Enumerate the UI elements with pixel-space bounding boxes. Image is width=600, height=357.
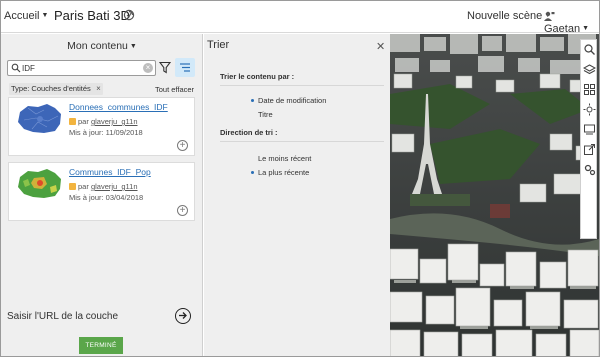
close-icon[interactable]: ✕	[376, 40, 385, 53]
selected-dot	[251, 99, 254, 102]
item-thumbnail	[14, 102, 66, 136]
divider	[220, 85, 384, 86]
sort-panel-title: Trier	[207, 39, 230, 51]
sort-panel: Trier ✕ Trier le contenu par : Date de m…	[204, 34, 390, 356]
direction-option-label: Le moins récent	[258, 154, 312, 163]
search-input[interactable]	[22, 62, 142, 75]
search-icon	[11, 63, 21, 73]
home-menu[interactable]: Accueil ▼	[4, 10, 48, 22]
item-title[interactable]: Communes_IDF_Pop	[69, 167, 151, 177]
home-label: Accueil	[4, 10, 40, 22]
arrow-right-icon[interactable]	[175, 308, 191, 324]
selected-dot	[251, 171, 254, 174]
owner-link[interactable]: glaverju_g11n	[91, 117, 138, 126]
layers-icon[interactable]	[583, 63, 596, 76]
sort-icon	[180, 63, 190, 72]
item-owner: par glaverju_g11n	[69, 117, 138, 126]
layer-url-row[interactable]: Saisir l'URL de la couche	[1, 306, 202, 328]
divider	[220, 141, 384, 142]
owner-link[interactable]: glaverju_g11n	[91, 182, 138, 191]
app-header: Accueil▼ Paris Bati 3D Nouvelle scène▼ G…	[1, 1, 599, 35]
new-scene-menu[interactable]: Nouvelle scène▼	[467, 10, 551, 22]
add-icon[interactable]: +	[177, 205, 188, 216]
city-3d-render	[390, 34, 599, 356]
item-owner: par glaverju_g11n	[69, 182, 138, 191]
app-window: Accueil▼ Paris Bati 3D Nouvelle scène▼ G…	[0, 0, 600, 357]
owner-icon	[69, 118, 76, 125]
clear-all-link[interactable]: Tout effacer	[155, 85, 194, 94]
scene-view[interactable]	[390, 34, 599, 356]
item-updated: Mis à jour: 11/09/2018	[69, 128, 143, 137]
direction-option-label: La plus récente	[258, 168, 310, 177]
basemap-icon[interactable]	[583, 83, 596, 96]
content-source-label: Mon contenu	[67, 40, 128, 52]
chevron-down-icon: ▼	[582, 25, 590, 32]
scene-toolbar	[580, 39, 597, 239]
search-icon[interactable]	[583, 43, 596, 56]
direction-heading: Direction de tri :	[220, 128, 278, 137]
sort-by-heading: Trier le contenu par :	[220, 72, 295, 81]
new-scene-label: Nouvelle scène	[467, 10, 543, 22]
sort-button[interactable]	[175, 58, 195, 77]
user-menu[interactable]: Gaetan ▼	[544, 10, 599, 35]
owner-prefix: par	[78, 182, 89, 191]
sort-option-label: Date de modification	[258, 96, 327, 105]
item-thumbnail	[14, 167, 66, 201]
filter-chip[interactable]: Type: Couches d'entités ×	[9, 83, 103, 95]
content-item: Communes_IDF_Pop par glaverju_g11n Mis à…	[8, 162, 195, 221]
owner-icon	[69, 183, 76, 190]
done-button[interactable]: TERMINÉ	[79, 337, 123, 354]
filter-chip-label: Type: Couches d'entités	[11, 84, 91, 93]
add-icon[interactable]: +	[177, 140, 188, 151]
search-box: ×	[7, 60, 156, 76]
direction-option-newest[interactable]: La plus récente	[251, 168, 310, 177]
sort-option-title[interactable]: Titre	[258, 110, 273, 119]
item-title[interactable]: Donnees_communes_IDF	[69, 102, 168, 112]
layer-url-label: Saisir l'URL de la couche	[7, 311, 119, 322]
daylight-icon[interactable]	[583, 103, 596, 116]
scene-title: Paris Bati 3D	[54, 8, 130, 23]
share-icon[interactable]	[583, 143, 596, 156]
user-icon	[544, 11, 555, 21]
chevron-down-icon: ▼	[41, 12, 49, 19]
sync-icon[interactable]	[123, 9, 135, 21]
sort-option-label: Titre	[258, 110, 273, 119]
slides-icon[interactable]	[583, 123, 596, 136]
owner-prefix: par	[78, 117, 89, 126]
clear-search-icon[interactable]: ×	[143, 63, 153, 73]
settings-icon[interactable]	[583, 163, 596, 176]
remove-filter-icon[interactable]: ×	[96, 83, 101, 95]
caret-down-icon: ▼	[129, 43, 137, 50]
filter-icon[interactable]	[159, 61, 171, 74]
content-source-menu[interactable]: Mon contenu ▼	[1, 40, 203, 52]
content-panel: Mon contenu▼ × Type: Couches d'entités ×…	[1, 34, 203, 356]
sort-option-modified[interactable]: Date de modification	[251, 96, 327, 105]
item-updated: Mis à jour: 03/04/2018	[69, 193, 144, 202]
content-item: Donnees_communes_IDF par glaverju_g11n M…	[8, 97, 195, 156]
direction-option-oldest[interactable]: Le moins récent	[258, 154, 311, 163]
